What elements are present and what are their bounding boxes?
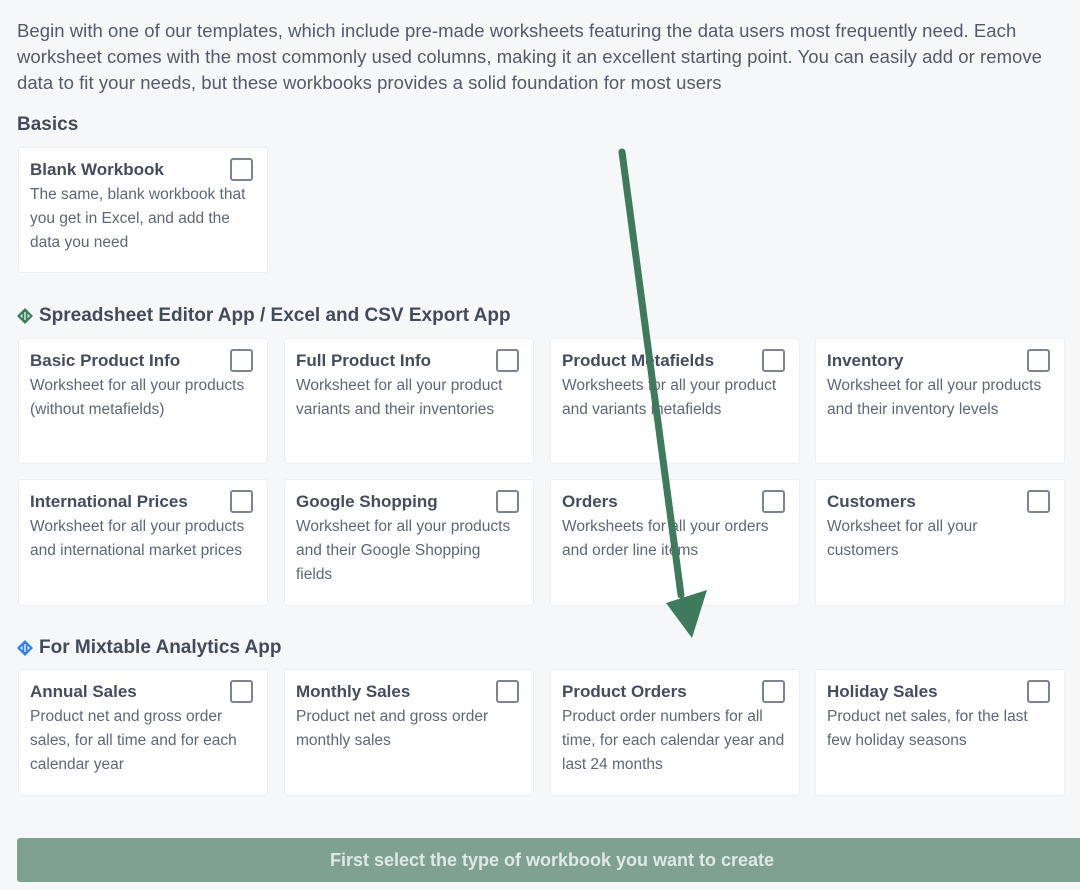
checkbox[interactable] — [762, 680, 785, 703]
template-card-holiday-sales[interactable]: Holiday Sales Product net sales, for the… — [815, 669, 1065, 796]
card-description: Product net and gross order sales, for a… — [30, 708, 237, 773]
section-title-basics: Basics — [17, 114, 78, 136]
card-title: Orders — [562, 492, 618, 511]
card-description: Worksheet for all your products (without… — [30, 377, 245, 418]
template-card-customers[interactable]: Customers Worksheet for all your custome… — [815, 479, 1065, 606]
card-title: Full Product Info — [296, 351, 432, 370]
create-workbook-button[interactable]: First select the type of workbook you wa… — [17, 838, 1080, 882]
card-description: Worksheets for all your orders and order… — [562, 518, 769, 559]
card-title: Holiday Sales — [827, 682, 938, 701]
checkbox[interactable] — [1027, 490, 1050, 513]
template-card-google-shopping[interactable]: Google Shopping Worksheet for all your p… — [284, 479, 534, 606]
checkbox[interactable] — [230, 158, 253, 181]
checkbox[interactable] — [230, 349, 253, 372]
checkbox[interactable] — [230, 490, 253, 513]
card-description: Worksheet for all your products and thei… — [827, 377, 1042, 418]
section-title-label: Basics — [17, 114, 79, 135]
checkbox[interactable] — [230, 680, 253, 703]
analytics-app-diamond-icon — [17, 640, 33, 656]
checkbox[interactable] — [762, 490, 785, 513]
card-description: Worksheets for all your product and vari… — [562, 377, 777, 418]
checkbox[interactable] — [496, 349, 519, 372]
spreadsheet-app-diamond-icon — [17, 308, 33, 324]
card-description: The same, blank workbook that you get in… — [30, 186, 246, 251]
section-title-analytics-app: For Mixtable Analytics App — [17, 637, 281, 659]
card-description: Worksheet for all your customers — [827, 518, 978, 559]
template-picker: Begin with one of our templates, which i… — [0, 0, 1080, 890]
intro-text: Begin with one of our templates, which i… — [17, 20, 1043, 93]
checkbox[interactable] — [496, 680, 519, 703]
template-card-inventory[interactable]: Inventory Worksheet for all your product… — [815, 338, 1065, 464]
section-title-label: Spreadsheet Editor App / Excel and CSV E… — [39, 305, 511, 326]
template-card-international-prices[interactable]: International Prices Worksheet for all y… — [18, 479, 268, 606]
card-title: Customers — [827, 492, 916, 511]
template-card-full-product-info[interactable]: Full Product Info Worksheet for all your… — [284, 338, 534, 464]
card-title: Annual Sales — [30, 682, 137, 701]
card-description: Worksheet for all your products and thei… — [296, 518, 511, 583]
section-title-label: For Mixtable Analytics App — [39, 637, 282, 658]
checkbox[interactable] — [1027, 349, 1050, 372]
card-title: Google Shopping — [296, 492, 438, 511]
template-card-product-metafields[interactable]: Product Metafields Worksheets for all yo… — [550, 338, 800, 464]
card-description: Product order numbers for all time, for … — [562, 708, 785, 773]
card-title: International Prices — [30, 492, 188, 511]
card-title: Product Orders — [562, 682, 687, 701]
card-description: Worksheet for all your product variants … — [296, 377, 503, 418]
card-description: Worksheet for all your products and inte… — [30, 518, 245, 559]
card-title: Inventory — [827, 351, 904, 370]
card-title: Product Metafields — [562, 351, 715, 370]
template-card-monthly-sales[interactable]: Monthly Sales Product net and gross orde… — [284, 669, 534, 796]
section-title-spreadsheet-app: Spreadsheet Editor App / Excel and CSV E… — [17, 305, 511, 327]
checkbox[interactable] — [762, 349, 785, 372]
card-title: Monthly Sales — [296, 682, 411, 701]
template-card-blank-workbook[interactable]: Blank Workbook The same, blank workbook … — [18, 147, 268, 273]
template-card-annual-sales[interactable]: Annual Sales Product net and gross order… — [18, 669, 268, 796]
checkbox[interactable] — [1027, 680, 1050, 703]
card-description: Product net sales, for the last few holi… — [827, 708, 1028, 749]
card-title: Basic Product Info — [30, 351, 181, 370]
template-card-product-orders[interactable]: Product Orders Product order numbers for… — [550, 669, 800, 796]
card-title: Blank Workbook — [30, 160, 164, 179]
card-description: Product net and gross order monthly sale… — [296, 708, 489, 749]
template-card-basic-product-info[interactable]: Basic Product Info Worksheet for all you… — [18, 338, 268, 464]
template-card-orders[interactable]: Orders Worksheets for all your orders an… — [550, 479, 800, 606]
checkbox[interactable] — [496, 490, 519, 513]
